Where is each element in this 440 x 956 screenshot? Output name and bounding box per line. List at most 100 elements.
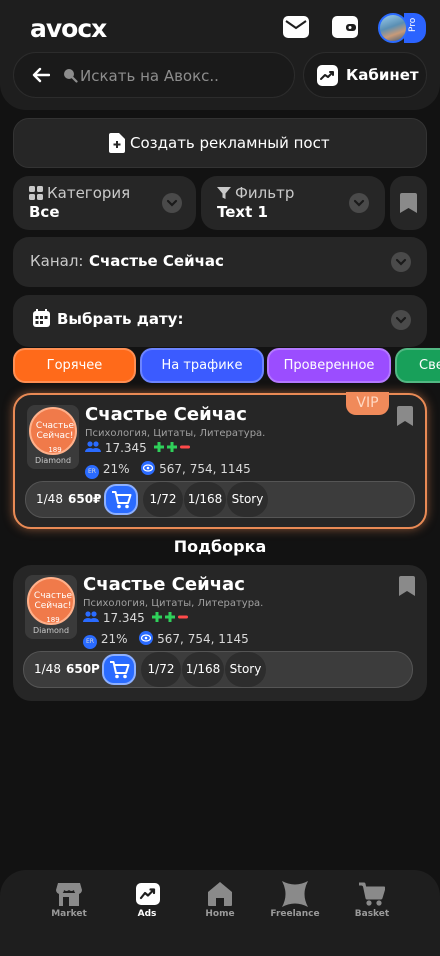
price-option-168[interactable]: 1/168	[184, 482, 226, 517]
subscribers-row: 17.345	[83, 611, 188, 625]
price-option-story[interactable]: Story	[225, 652, 266, 687]
nav-label-freelance: Freelance	[270, 909, 320, 919]
price-option-168[interactable]: 1/168	[182, 652, 224, 687]
mail-icon[interactable]	[283, 16, 309, 38]
channel-logo-text: Счастье Сейчас!	[35, 421, 75, 441]
grid-icon	[29, 186, 43, 200]
category-label-row: Категория	[29, 184, 130, 202]
channel-logo-text: Счастье Сейчас!	[33, 591, 73, 611]
saved-bookmark-button[interactable]	[390, 176, 427, 230]
filter-label: Фильтр	[235, 184, 295, 202]
channel-label: Канал:	[30, 252, 84, 270]
subscribers-count: 17.345	[102, 611, 145, 625]
er-badge: ER	[83, 635, 97, 649]
cabinet-label: Кабинет	[346, 66, 419, 84]
chip-hot[interactable]: Горячее	[13, 348, 136, 383]
chevron-down-icon	[391, 252, 411, 272]
channel-dropdown[interactable]: Канал: Счастье Сейчас	[13, 237, 427, 287]
market-icon	[56, 883, 82, 906]
chart-trend-icon	[317, 65, 338, 86]
nav-item-freelance[interactable]: Freelance	[255, 870, 335, 956]
add-to-cart-button[interactable]	[104, 484, 138, 515]
eye-icon	[139, 631, 154, 645]
cabinet-button[interactable]: Кабинет	[303, 52, 427, 98]
er-value: 21%	[100, 632, 128, 646]
app-logo[interactable]: avocx	[30, 14, 107, 43]
chevron-down-icon	[391, 310, 411, 330]
wallet-icon[interactable]	[332, 16, 358, 38]
cart-icon	[110, 661, 130, 679]
metrics-row: ER 21% 567, 754, 1145	[85, 461, 251, 479]
nav-item-market[interactable]: Market	[29, 870, 109, 956]
cart-icon	[112, 491, 132, 509]
basket-icon	[359, 882, 385, 906]
freelance-icon	[282, 881, 308, 907]
er-badge: ER	[85, 465, 99, 479]
price-option-72[interactable]: 1/72	[141, 652, 181, 687]
metrics-row: ER 21% 567, 754, 1145	[83, 631, 249, 649]
channel-card[interactable]: Счастье Сейчас! 189 Diamond Счастье Сейч…	[13, 565, 427, 701]
channel-title[interactable]: Счастье Сейчас	[85, 404, 247, 425]
channel-logo-count: 189	[46, 616, 60, 624]
price-slot[interactable]: 1/48	[36, 482, 63, 517]
nav-item-home[interactable]: Home	[180, 870, 260, 956]
er-value: 21%	[102, 462, 130, 476]
category-label: Категория	[47, 184, 131, 202]
price-option-story[interactable]: Story	[227, 482, 268, 517]
price-slot[interactable]: 1/48	[34, 652, 61, 687]
nav-label-home: Home	[205, 909, 235, 919]
channel-logo-circle: Счастье Сейчас! 189	[27, 577, 75, 625]
chip-fresh[interactable]: Све	[395, 348, 440, 383]
profile-avatar[interactable]: Pro	[378, 13, 428, 43]
nav-label-market: Market	[51, 909, 87, 919]
chevron-down-icon	[162, 193, 182, 213]
chip-verified[interactable]: Проверенное	[267, 348, 391, 383]
channel-logo: Счастье Сейчас! 189 Diamond	[27, 405, 79, 469]
date-label: Выбрать дату:	[57, 310, 184, 328]
subscribers-count: 17.345	[104, 441, 147, 455]
price-bar: 1/48 650₽ 1/72 1/168 Story	[25, 481, 415, 518]
users-icon	[83, 611, 99, 622]
category-dropdown[interactable]: Категория Все	[13, 176, 196, 230]
growth-plus-icon	[151, 612, 188, 622]
search-bar	[13, 52, 295, 98]
nav-item-basket[interactable]: Basket	[332, 870, 412, 956]
create-ad-post-button[interactable]: Создать рекламный пост	[13, 118, 427, 168]
nav-item-ads[interactable]: Ads	[107, 870, 187, 956]
date-picker[interactable]: Выбрать дату:	[13, 295, 427, 347]
price-amount: 650₽	[68, 492, 102, 506]
bookmark-icon[interactable]	[399, 576, 415, 596]
filter-value: Text 1	[217, 203, 268, 221]
growth-plus-icon	[153, 442, 190, 452]
tier-label: Diamond	[34, 456, 72, 465]
add-file-icon	[109, 133, 125, 153]
calendar-icon	[33, 309, 50, 327]
users-icon	[85, 441, 101, 452]
home-icon	[208, 882, 232, 906]
tier-label: Diamond	[32, 626, 70, 635]
nav-label-basket: Basket	[354, 909, 390, 919]
subscribers-row: 17.345	[85, 441, 190, 455]
search-icon	[64, 69, 78, 83]
price-bar: 1/48 650Р 1/72 1/168 Story	[23, 651, 413, 688]
add-to-cart-button[interactable]	[102, 654, 136, 685]
channel-logo-circle: Счастье Сейчас! 189	[29, 407, 77, 455]
chip-on-traffic[interactable]: На трафике	[140, 348, 264, 383]
views-value: 567, 754, 1145	[157, 632, 249, 646]
category-value: Все	[29, 203, 60, 221]
eye-icon	[141, 461, 156, 475]
channel-logo-count: 189	[48, 446, 62, 454]
bookmark-icon[interactable]	[397, 406, 413, 426]
avatar	[378, 13, 408, 43]
price-amount: 650Р	[66, 662, 100, 676]
back-arrow-icon[interactable]	[32, 67, 50, 83]
search-input[interactable]	[80, 65, 280, 87]
vip-badge: VIP	[346, 392, 389, 415]
nav-label-ads: Ads	[137, 909, 157, 919]
channel-logo: Счастье Сейчас! 189 Diamond	[25, 575, 77, 639]
bookmark-icon	[400, 193, 417, 213]
channel-title[interactable]: Счастье Сейчас	[83, 574, 245, 595]
filter-label-row: Фильтр	[217, 184, 294, 202]
price-option-72[interactable]: 1/72	[143, 482, 183, 517]
filter-dropdown[interactable]: Фильтр Text 1	[201, 176, 385, 230]
